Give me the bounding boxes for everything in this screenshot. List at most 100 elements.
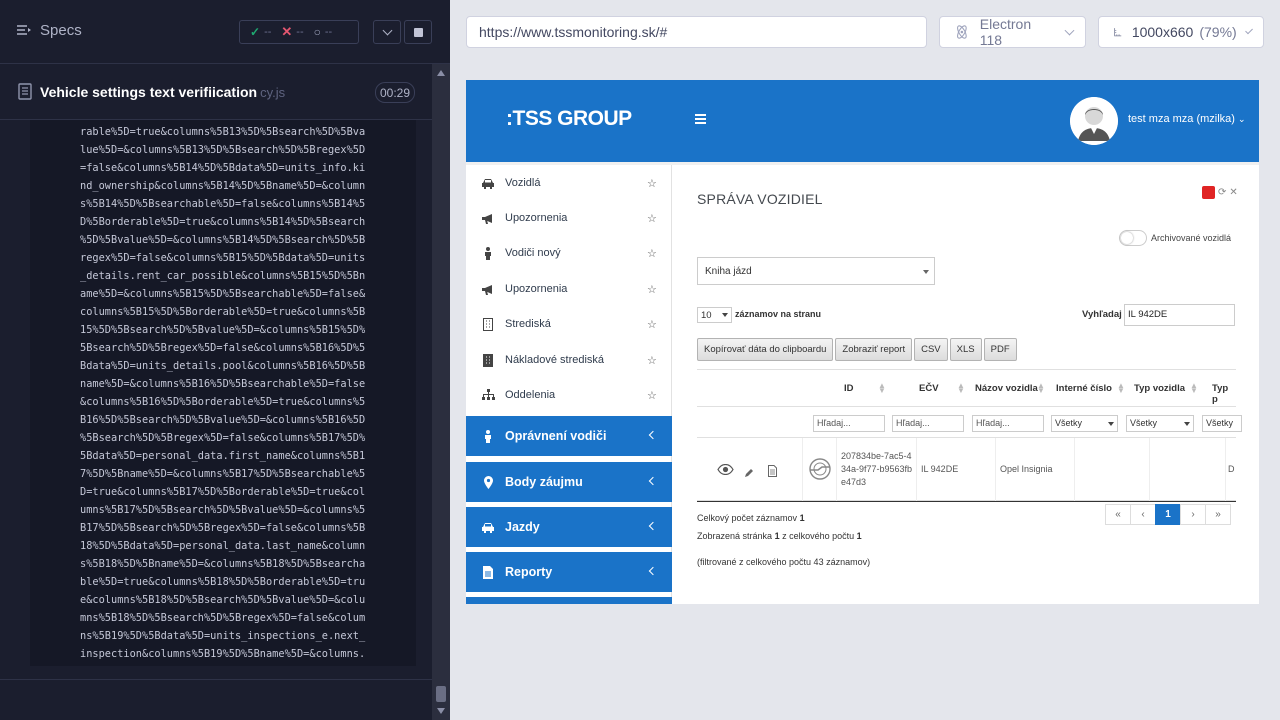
table-filter-row: Hľadaj... Hľadaj... Hľadaj... Všetky Vše… xyxy=(697,408,1242,438)
archived-label: Archivované vozidlá xyxy=(1151,233,1232,243)
search-input[interactable]: IL 942DE xyxy=(1124,304,1235,326)
sidebar-item-vehicles[interactable]: Vozidlá ☆ xyxy=(466,165,672,201)
internal-number-filter-select[interactable]: Všetky xyxy=(1051,415,1118,432)
app-sidebar: Vozidlá ☆ Upozornenia ☆ Vodiči nový ☆ Up… xyxy=(466,165,672,604)
show-report-button[interactable]: Zobraziť report xyxy=(835,338,913,361)
star-icon[interactable]: ☆ xyxy=(647,389,657,402)
log-line: 5Bdata%5D=personal_data.first_name&colum… xyxy=(80,450,366,462)
archived-toggle[interactable] xyxy=(1119,230,1147,246)
sidebar-group-reports[interactable]: Reporty xyxy=(466,552,672,592)
vehicle-type-filter-select[interactable]: Všetky xyxy=(1126,415,1194,432)
column-header-ecv[interactable]: EČV xyxy=(919,383,939,394)
sort-icon[interactable]: ▲ ▼ xyxy=(1190,382,1198,395)
test-row[interactable]: Vehicle settings text verifiication cy.js… xyxy=(0,64,432,120)
last-page-button[interactable]: » xyxy=(1205,504,1231,525)
star-icon[interactable]: ☆ xyxy=(647,212,657,225)
edit-icon[interactable] xyxy=(744,465,754,483)
column-header-vehicle-type[interactable]: Typ vozidla xyxy=(1134,383,1185,394)
sidebar-item-centers[interactable]: Strediská ☆ xyxy=(466,306,672,342)
xls-button[interactable]: XLS xyxy=(949,338,982,361)
log-line: ns%5B19%5D%5Bdata%5D=units_inspections_e… xyxy=(80,630,366,642)
log-line: %5Bsearch%5D%5Bregex%5D=false&columns%5B… xyxy=(80,432,366,444)
logbook-select[interactable]: Kniha jázd xyxy=(697,257,935,285)
hamburger-icon[interactable] xyxy=(695,114,706,124)
user-menu[interactable]: test mza mza (mzilka) ⌄ xyxy=(1128,113,1246,125)
page-length-label: záznamov na stranu xyxy=(735,309,822,319)
brand-logo[interactable]: :TSS GROUP xyxy=(506,107,632,131)
avatar[interactable] xyxy=(1070,97,1118,145)
sort-icon[interactable]: ▲ ▼ xyxy=(878,382,886,395)
view-icon[interactable] xyxy=(717,462,734,480)
sidebar-item-alerts[interactable]: Upozornenia ☆ xyxy=(466,200,672,236)
star-icon[interactable]: ☆ xyxy=(647,247,657,260)
scroll-down-icon[interactable] xyxy=(437,708,445,714)
log-line: %5D%5Bvalue%5D=&columns%5B14%5D%5Bsearch… xyxy=(80,234,366,246)
log-line: columns%5B15%5D%5Borderable%5D=true&colu… xyxy=(80,306,366,318)
csv-button[interactable]: CSV xyxy=(914,338,948,361)
copy-clipboard-button[interactable]: Kopírovať dáta do clipboardu xyxy=(697,338,834,361)
page-length-select[interactable]: 10 xyxy=(697,307,732,323)
row-id: 207834be-7ac5-434a-9f77-b9563fbe47d3 xyxy=(841,451,913,487)
column-header-type-p[interactable]: Typ p xyxy=(1212,383,1236,405)
sidebar-item-drivers-new[interactable]: Vodiči nový ☆ xyxy=(466,235,672,271)
sidebar-group-authorized-drivers[interactable]: Oprávnení vodiči xyxy=(466,416,672,456)
pending-circle-icon: ○ xyxy=(313,25,321,39)
scroll-up-icon[interactable] xyxy=(437,70,445,76)
caret-down-icon xyxy=(923,270,929,274)
sidebar-item-departments[interactable]: Oddelenia ☆ xyxy=(466,377,672,413)
ecv-filter-input[interactable]: Hľadaj... xyxy=(892,415,964,432)
test-stats: ✓ -- ✕ -- ○ -- xyxy=(239,20,359,44)
specs-button[interactable]: Specs xyxy=(16,22,82,39)
url-bar[interactable]: https://www.tssmonitoring.sk/# xyxy=(466,16,927,48)
browser-select[interactable]: Electron 118 xyxy=(939,16,1086,48)
stop-button[interactable] xyxy=(404,20,432,44)
prev-page-button[interactable]: ‹ xyxy=(1130,504,1156,525)
sidebar-group-trips[interactable]: Jazdy xyxy=(466,507,672,547)
viewport-select[interactable]: 1000x660 (79%) xyxy=(1098,16,1264,48)
star-icon[interactable]: ☆ xyxy=(647,318,657,331)
book-icon[interactable] xyxy=(1202,186,1215,199)
chevron-down-icon xyxy=(1064,25,1075,35)
sort-icon[interactable]: ▲ ▼ xyxy=(957,382,965,395)
filtered-info: (filtrované z celkového počtu 43 záznamo… xyxy=(697,557,871,567)
expand-button[interactable] xyxy=(373,20,401,44)
log-line: nd_ownership&columns%5B14%5D%5Bname%5D=&… xyxy=(80,180,366,192)
caret-down-icon xyxy=(722,313,728,317)
user-avatar-icon xyxy=(1070,97,1118,145)
column-header-name[interactable]: Názov vozidla xyxy=(975,383,1038,394)
refresh-icon[interactable]: ⟳ xyxy=(1218,187,1226,198)
column-header-id[interactable]: ID xyxy=(844,383,854,394)
sidebar-item-alerts-2[interactable]: Upozornenia ☆ xyxy=(466,271,672,307)
sidebar-group-partial[interactable] xyxy=(466,597,672,604)
log-line: rable%5D=true&columns%5B13%5D%5Bsearch%5… xyxy=(80,126,366,138)
table-row[interactable]: 207834be-7ac5-434a-9f77-b9563fbe47d3 IL … xyxy=(697,438,1236,501)
person-icon xyxy=(480,429,496,443)
close-icon[interactable]: ✕ xyxy=(1229,187,1237,198)
table-bottom-border xyxy=(697,501,1236,502)
log-line: D%5Borderable%5D=true&columns%5B14%5D%5B… xyxy=(80,216,366,228)
page-1-button[interactable]: 1 xyxy=(1155,504,1181,525)
star-icon[interactable]: ☆ xyxy=(647,177,657,190)
star-icon[interactable]: ☆ xyxy=(647,354,657,367)
first-page-button[interactable]: « xyxy=(1105,504,1131,525)
name-filter-input[interactable]: Hľadaj... xyxy=(972,415,1044,432)
sidebar-item-cost-centers[interactable]: Nákladové strediská ☆ xyxy=(466,342,672,378)
type-p-filter-select[interactable]: Všetky xyxy=(1202,415,1242,432)
document-icon[interactable] xyxy=(768,464,777,482)
next-page-button[interactable]: › xyxy=(1180,504,1206,525)
sidebar-group-poi[interactable]: Body záujmu xyxy=(466,462,672,502)
sort-icon[interactable]: ▲ ▼ xyxy=(1117,382,1125,395)
column-header-internal-number[interactable]: Interné číslo xyxy=(1056,383,1112,394)
scroll-thumb[interactable] xyxy=(436,686,446,702)
building-icon xyxy=(480,353,496,367)
star-icon[interactable]: ☆ xyxy=(647,283,657,296)
log-line: _details.rent_car_possible&columns%5B15%… xyxy=(80,270,366,282)
pdf-button[interactable]: PDF xyxy=(983,338,1017,361)
sort-icon[interactable]: ▲ ▼ xyxy=(1037,382,1045,395)
id-filter-input[interactable]: Hľadaj... xyxy=(813,415,885,432)
runner-scrollbar[interactable] xyxy=(432,64,450,720)
chevron-down-icon: ⌄ xyxy=(1238,114,1246,124)
chevron-left-icon xyxy=(648,430,658,440)
pagination: « ‹ 1 › » xyxy=(1105,504,1231,525)
panel-tools: ⟳ ✕ xyxy=(1202,186,1238,199)
